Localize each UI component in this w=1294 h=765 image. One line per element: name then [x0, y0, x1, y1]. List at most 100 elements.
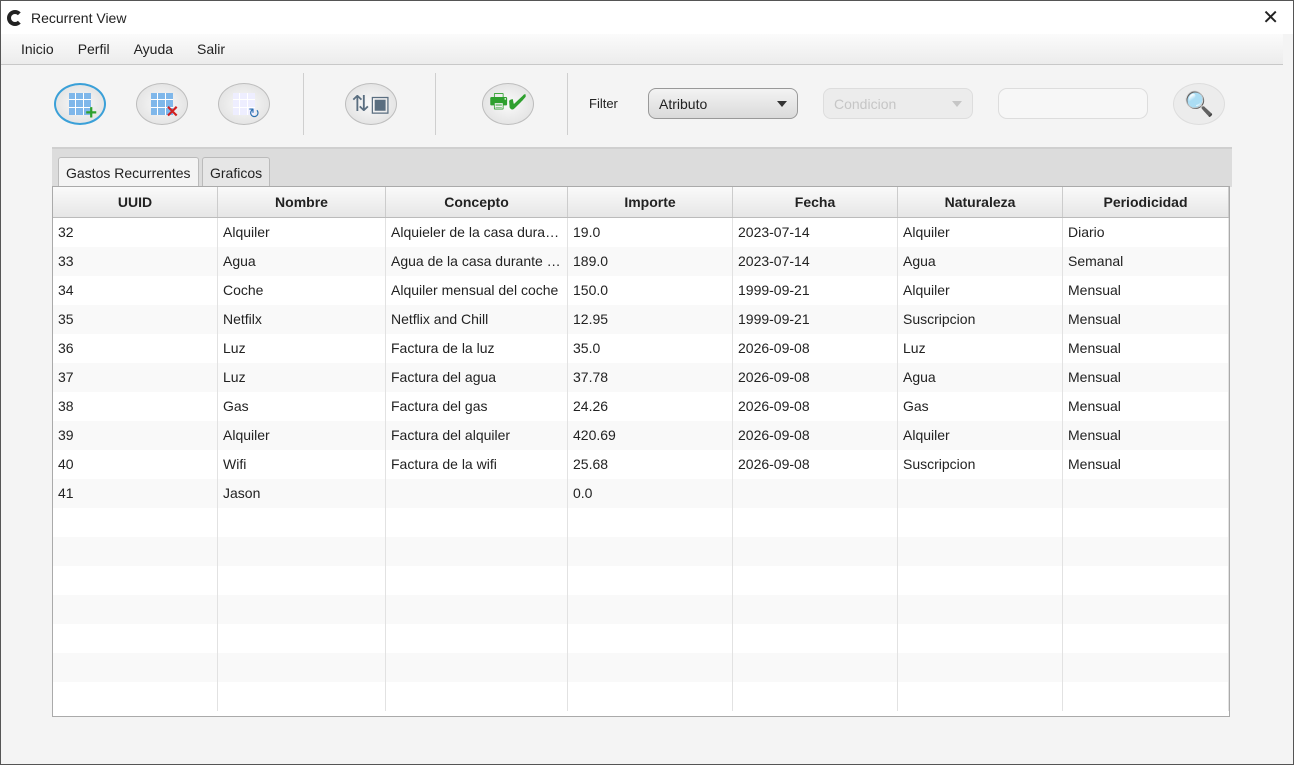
column-header[interactable]: UUID	[53, 187, 218, 217]
table-cell: 40	[53, 450, 218, 479]
table-cell	[568, 566, 733, 595]
table-cell: 1999-09-21	[733, 276, 898, 305]
table-row[interactable]: 32AlquilerAlquieler de la casa durante e…	[53, 218, 1229, 247]
table-cell	[218, 653, 386, 682]
table-cell: Factura del gas	[386, 392, 568, 421]
table-row[interactable]: 33AguaAgua de la casa durante el mes189.…	[53, 247, 1229, 276]
table-cell	[898, 479, 1063, 508]
table-cell: 0.0	[568, 479, 733, 508]
table-cell	[218, 624, 386, 653]
column-header[interactable]: Importe	[568, 187, 733, 217]
table-header: UUID Nombre Concepto Importe Fecha Naturaleza…	[53, 187, 1229, 218]
table-row[interactable]: 36 Luz Factura de la luz 35.0 2026-09-08 Luz M…	[53, 334, 1229, 363]
table-cell: Alquiler	[218, 218, 386, 247]
table-cell: 2026-09-08	[733, 421, 898, 450]
table-row[interactable]: 35 Netfilx Netflix and Chill 12.95 1999-09-2…	[53, 305, 1229, 334]
delete-row-button[interactable]: ✕	[136, 83, 188, 125]
table-cell	[1063, 566, 1229, 595]
table-cell	[733, 566, 898, 595]
filter-value-input[interactable]	[998, 88, 1148, 119]
table-cell	[53, 624, 218, 653]
table-cell	[733, 508, 898, 537]
table-cell	[733, 537, 898, 566]
table-row[interactable]: 41 Jason 0.0	[53, 479, 1229, 508]
table-cell	[1063, 537, 1229, 566]
table-row[interactable]: 39 Alquiler Factura del alquiler 420.69 2026…	[53, 421, 1229, 450]
add-row-button[interactable]: +	[54, 83, 106, 125]
attribute-select[interactable]: Atributo	[648, 88, 798, 119]
table-cell: 150.0	[568, 276, 733, 305]
table-cell	[386, 595, 568, 624]
table-cell: 2026-09-08	[733, 334, 898, 363]
table-cell: Diario	[1063, 218, 1229, 247]
table-cell	[1063, 682, 1229, 711]
table-row[interactable]: 37 Luz Factura del agua 37.78 2026-09-08 Agua…	[53, 363, 1229, 392]
table-cell: Factura de la wifi	[386, 450, 568, 479]
condition-select: Condicion	[823, 88, 973, 119]
menu-inicio[interactable]: Inicio	[21, 41, 54, 57]
table-cell: Wifi	[218, 450, 386, 479]
table-cell: Alquiler mensual del coche	[386, 276, 568, 305]
table-cell	[386, 479, 568, 508]
table-cell	[386, 653, 568, 682]
table-cell: 1999-09-21	[733, 305, 898, 334]
edit-row-button[interactable]: ↻	[218, 83, 270, 125]
table-row[interactable]: 34 Coche Alquiler mensual del coche 150.0 19…	[53, 276, 1229, 305]
table-cell: Suscripcion	[898, 450, 1063, 479]
column-header[interactable]: Periodicidad	[1063, 187, 1229, 217]
table-cell	[568, 537, 733, 566]
table-cell	[568, 595, 733, 624]
table-cell: Gas	[218, 392, 386, 421]
table-cell	[386, 682, 568, 711]
table-cell: Alquiler	[218, 421, 386, 450]
table-cell: Luz	[898, 334, 1063, 363]
empty-row	[53, 624, 1229, 653]
table-delete-icon: ✕	[151, 93, 179, 121]
table-cell: 2026-09-08	[733, 392, 898, 421]
table-cell	[218, 566, 386, 595]
table-cell	[218, 537, 386, 566]
table-cell	[386, 566, 568, 595]
table-cell: Netflix and Chill	[386, 305, 568, 334]
table-cell	[568, 508, 733, 537]
tab-gastos-recurrentes[interactable]: Gastos Recurrentes	[58, 157, 199, 189]
table-cell: Mensual	[1063, 392, 1229, 421]
table-cell: 32	[53, 218, 218, 247]
menu-perfil[interactable]: Perfil	[78, 41, 110, 57]
menu-ayuda[interactable]: Ayuda	[134, 41, 173, 57]
tab-graficos[interactable]: Graficos	[202, 157, 271, 189]
table-cell: Alquieler de la casa durante el mes	[386, 218, 568, 247]
table-cell: 24.26	[568, 392, 733, 421]
table-cell	[218, 508, 386, 537]
table-cell: 34	[53, 276, 218, 305]
empty-row	[53, 508, 1229, 537]
table-cell: Suscripcion	[898, 305, 1063, 334]
table-cell: Mensual	[1063, 334, 1229, 363]
table-cell: Jason	[218, 479, 386, 508]
table-cell: 2026-09-08	[733, 363, 898, 392]
column-header[interactable]: Naturaleza	[898, 187, 1063, 217]
table-add-icon: +	[69, 93, 97, 123]
validate-button[interactable]: 🖶✔	[482, 83, 534, 125]
swap-view-button[interactable]: ⇅▣	[345, 83, 397, 125]
search-button[interactable]: 🔍	[1173, 83, 1225, 125]
close-icon[interactable]: ✕	[1262, 5, 1279, 30]
table-row[interactable]: 38 Gas Factura del gas 24.26 2026-09-08 Gas Me…	[53, 392, 1229, 421]
table-cell: 25.68	[568, 450, 733, 479]
column-header[interactable]: Nombre	[218, 187, 386, 217]
table-cell	[218, 595, 386, 624]
column-header[interactable]: Fecha	[733, 187, 898, 217]
menu-salir[interactable]: Salir	[197, 41, 225, 57]
empty-row	[53, 566, 1229, 595]
table-cell	[53, 537, 218, 566]
table-cell: 38	[53, 392, 218, 421]
window-title: Recurrent View	[31, 9, 127, 26]
table-refresh-icon: ↻	[233, 93, 260, 120]
table-cell: Luz	[218, 334, 386, 363]
table-cell	[733, 682, 898, 711]
column-header[interactable]: Concepto	[386, 187, 568, 217]
table-row[interactable]: 40 Wifi Factura de la wifi 25.68 2026-09-08 S…	[53, 450, 1229, 479]
table-cell	[386, 508, 568, 537]
title-bar: Recurrent View ✕	[1, 1, 1293, 34]
table-cell: Alquiler	[898, 276, 1063, 305]
